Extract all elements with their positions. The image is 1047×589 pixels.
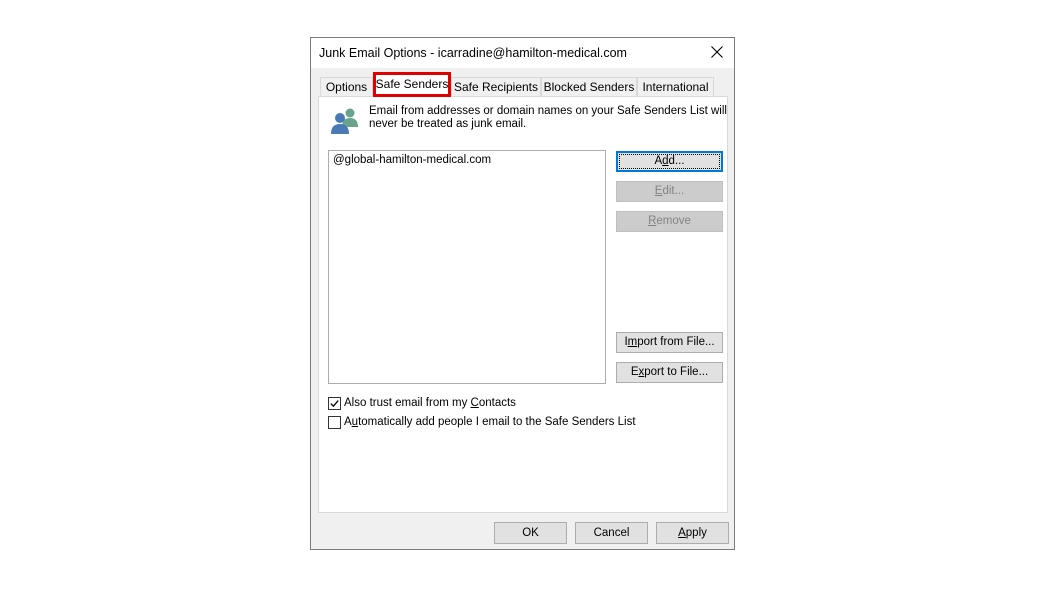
close-icon: [711, 46, 723, 58]
add-button-text: Add...: [654, 155, 685, 167]
tab-safe-senders[interactable]: Safe Senders: [373, 73, 451, 97]
people-icon: [331, 108, 358, 134]
tab-international-label: International: [642, 80, 709, 94]
safe-senders-list[interactable]: @global-hamilton-medical.com: [328, 150, 606, 384]
remove-button-text: Remove: [648, 215, 691, 227]
description-line-1: Email from addresses or domain names on …: [369, 105, 727, 117]
safe-senders-panel: Email from addresses or domain names on …: [318, 96, 728, 513]
trust-contacts-label: Also trust email from my Contacts: [344, 397, 516, 409]
junk-email-options-dialog: Junk Email Options - icarradine@hamilton…: [310, 37, 735, 550]
tab-blocked-senders-label: Blocked Senders: [543, 80, 635, 94]
tab-blocked-senders[interactable]: Blocked Senders: [541, 77, 637, 96]
dialog-title: Junk Email Options - icarradine@hamilton…: [319, 46, 627, 60]
auto-add-checkbox[interactable]: [328, 416, 341, 429]
close-button[interactable]: [700, 38, 734, 68]
title-bar: Junk Email Options - icarradine@hamilton…: [311, 38, 734, 68]
tab-safe-recipients[interactable]: Safe Recipients: [451, 77, 541, 96]
tab-options[interactable]: Options: [320, 77, 373, 96]
cancel-button[interactable]: Cancel: [575, 522, 648, 544]
apply-button-label: Apply: [678, 527, 707, 539]
trust-contacts-checkbox[interactable]: [328, 397, 341, 410]
export-button-text: Export to File...: [630, 366, 709, 378]
safe-senders-description: Email from addresses or domain names on …: [369, 105, 729, 131]
tab-international[interactable]: International: [637, 77, 714, 96]
tab-options-label: Options: [325, 80, 368, 94]
ok-button[interactable]: OK: [494, 522, 567, 544]
auto-add-label: Automatically add people I email to the …: [344, 416, 636, 428]
tab-safe-senders-label: Safe Senders: [375, 77, 449, 91]
add-button[interactable]: Add...: [616, 151, 723, 172]
ok-button-label: OK: [522, 527, 539, 539]
description-line-2: never be treated as junk email.: [369, 118, 527, 130]
tab-safe-recipients-label: Safe Recipients: [453, 80, 539, 94]
export-to-file-button[interactable]: Export to File...: [616, 362, 723, 383]
edit-button[interactable]: Edit...: [616, 181, 723, 202]
import-button-text: Import from File...: [624, 336, 715, 348]
edit-button-text: Edit...: [654, 185, 685, 197]
import-from-file-button[interactable]: Import from File...: [616, 332, 723, 353]
cancel-button-label: Cancel: [593, 527, 630, 539]
checkmark-icon: [330, 400, 339, 408]
remove-button[interactable]: Remove: [616, 211, 723, 232]
list-item[interactable]: @global-hamilton-medical.com: [333, 154, 491, 166]
apply-button[interactable]: Apply: [656, 522, 729, 544]
